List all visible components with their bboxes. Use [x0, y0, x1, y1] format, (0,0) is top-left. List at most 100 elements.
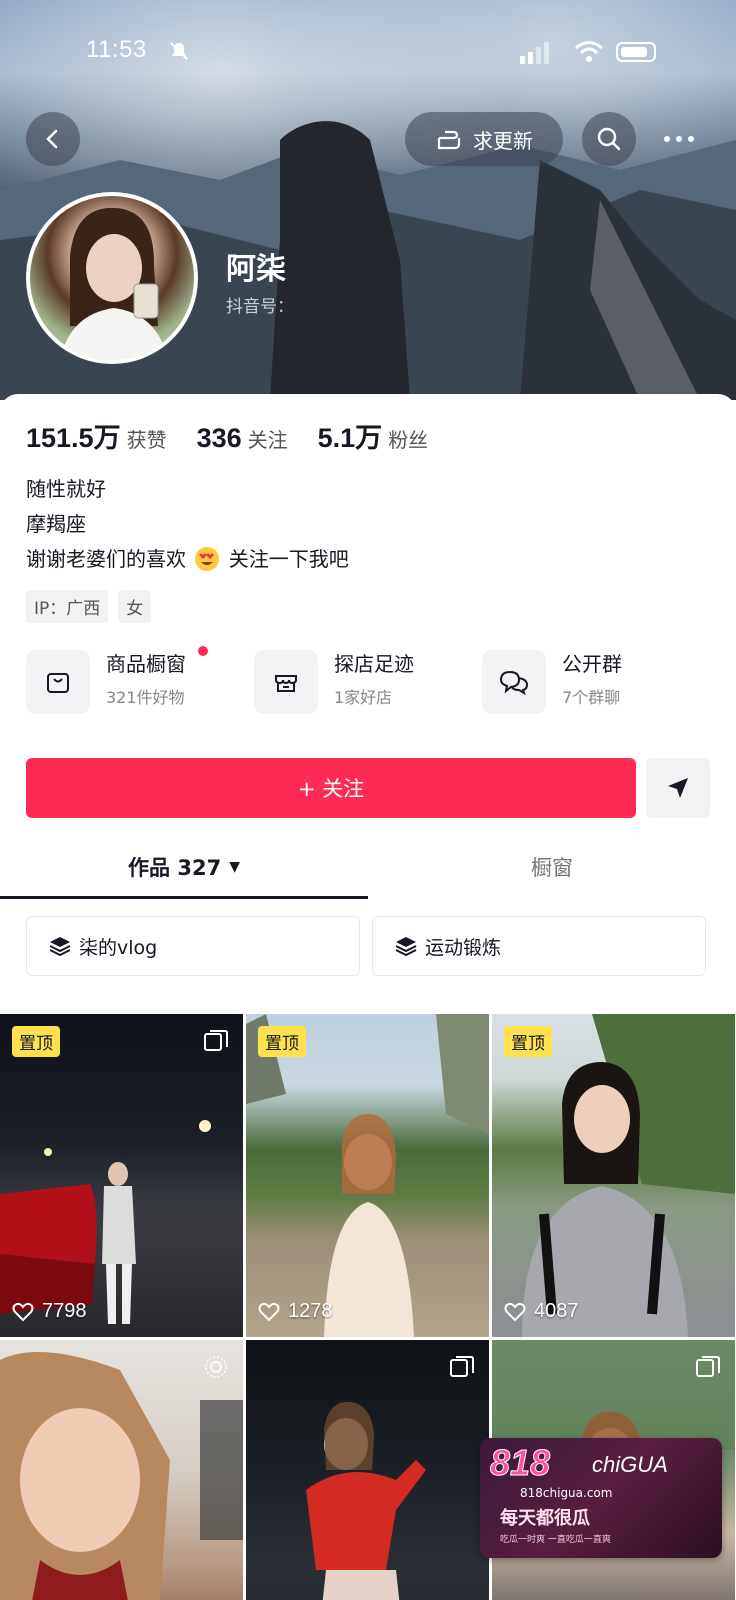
more-button[interactable] — [652, 112, 706, 166]
video-tile[interactable]: 置顶 7798 — [0, 1014, 243, 1337]
service-public-groups[interactable]: 公开群 7个群聊 — [482, 646, 716, 716]
collection-workout[interactable]: 运动锻炼 — [372, 916, 706, 976]
video-thumbnail — [246, 1014, 489, 1337]
profile-stats: 151.5万 获赞 336 关注 5.1万 粉丝 — [26, 416, 458, 455]
like-count: 1278 — [258, 1300, 333, 1323]
wifi-icon — [575, 41, 603, 62]
heart-outline-icon — [504, 1302, 526, 1321]
like-count-value: 1278 — [288, 1300, 333, 1322]
stack-layers-icon — [49, 937, 71, 957]
avatar[interactable] — [26, 192, 198, 364]
profile-bio: 随性就好 摩羯座 谢谢老婆们的喜欢 关注一下我吧 — [26, 472, 349, 577]
collection-label: 柒的vlog — [79, 936, 158, 959]
live-photo-icon — [205, 1356, 227, 1378]
pinned-badge: 置顶 — [12, 1026, 60, 1057]
watermark-slogan: 每天都很瓜 — [500, 1508, 590, 1529]
more-dots-icon — [664, 136, 694, 142]
store-icon — [254, 650, 318, 714]
video-tile[interactable] — [0, 1340, 243, 1600]
tab-showcase-label: 橱窗 — [531, 856, 573, 880]
collection-vlog[interactable]: 柒的vlog — [26, 916, 360, 976]
bio-line-suffix: 关注一下我吧 — [228, 547, 349, 571]
send-arrow-icon — [668, 778, 688, 798]
profile-tags: IP：广西 女 — [26, 590, 152, 623]
follow-button[interactable]: + 关注 — [26, 758, 636, 818]
video-tile[interactable]: 置顶 4087 — [492, 1014, 735, 1337]
gender-tag: 女 — [118, 590, 152, 623]
stat-value: 151.5万 — [26, 423, 121, 453]
heart-eyes-emoji-icon — [195, 547, 220, 571]
like-count: 7798 — [12, 1300, 87, 1323]
request-update-button[interactable]: 求更新 — [405, 112, 563, 166]
like-count-value: 7798 — [42, 1300, 87, 1322]
mute-bell-icon — [170, 42, 188, 60]
heart-outline-icon — [258, 1302, 280, 1321]
search-icon — [597, 127, 621, 151]
service-shop-window[interactable]: 商品橱窗 321件好物 — [26, 646, 236, 716]
multi-image-icon — [204, 1030, 228, 1051]
stat-following[interactable]: 336 关注 — [197, 423, 288, 454]
search-button[interactable] — [582, 112, 636, 166]
avatar-portrait — [60, 207, 168, 360]
active-tab-underline — [0, 896, 368, 899]
shopping-bag-icon — [26, 650, 90, 714]
collection-label: 运动锻炼 — [425, 936, 502, 959]
collections-row: 柒的vlog 运动锻炼 — [26, 916, 716, 976]
ip-location-tag: IP：广西 — [26, 590, 109, 623]
cellular-signal-icon — [520, 42, 549, 64]
bio-line: 摩羯座 — [26, 512, 86, 536]
tab-works-label: 作品 327 — [128, 856, 222, 880]
follow-label: + 关注 — [297, 777, 365, 801]
like-count-value: 4087 — [534, 1300, 579, 1322]
service-title: 探店足迹 — [334, 652, 414, 676]
stat-value: 336 — [196, 423, 242, 453]
group-chat-icon — [482, 650, 546, 714]
multi-image-icon — [696, 1356, 720, 1377]
bio-line: 谢谢老婆们的喜欢 关注一下我吧 — [26, 542, 349, 577]
profile-nickname: 阿柒 — [226, 252, 286, 287]
service-title: 公开群 — [562, 652, 622, 676]
video-tile[interactable]: 置顶 1278 — [246, 1014, 489, 1337]
request-update-label: 求更新 — [473, 128, 533, 153]
stat-label: 关注 — [247, 428, 288, 452]
status-bar: 11:53 — [0, 36, 736, 72]
video-tile[interactable] — [246, 1340, 489, 1600]
stat-label: 获赞 — [126, 428, 167, 452]
heart-outline-icon — [12, 1302, 34, 1321]
pointing-hand-icon — [437, 130, 461, 150]
notification-dot — [198, 646, 208, 656]
stat-followers[interactable]: 5.1万 粉丝 — [318, 416, 429, 455]
service-subtitle: 7个群聊 — [562, 688, 621, 707]
video-thumbnail — [522, 1014, 735, 1337]
stack-layers-icon — [395, 937, 417, 957]
watermark-small-text: 吃瓜一时爽 一直吃瓜一直爽 — [500, 1535, 611, 1545]
profile-cover: 11:53 求更新 阿柒 抖音号： — [0, 0, 736, 400]
multi-image-icon — [450, 1356, 474, 1377]
stat-value: 5.1万 — [317, 423, 383, 453]
douyin-id-label: 抖音号： — [226, 292, 294, 317]
tab-showcase[interactable]: 橱窗 — [368, 834, 736, 900]
service-store-visits[interactable]: 探店足迹 1家好店 — [254, 646, 464, 716]
chevron-left-icon — [46, 129, 58, 149]
pinned-badge: 置顶 — [504, 1026, 552, 1057]
share-button[interactable] — [646, 758, 710, 818]
pinned-badge: 置顶 — [258, 1026, 306, 1057]
caret-down-icon: ▼ — [229, 859, 240, 875]
watermark-logo-sub: chiGUA — [592, 1452, 668, 1477]
service-subtitle: 1家好店 — [334, 688, 393, 707]
profile-services: 商品橱窗 321件好物 探店足迹 1家好店 公开群 7个群聊 — [26, 646, 716, 716]
douyin-id-prefix: 抖音号： — [226, 297, 294, 317]
bio-line-prefix: 谢谢老婆们的喜欢 — [26, 547, 186, 571]
stat-likes: 151.5万 获赞 — [26, 416, 167, 455]
profile-tabs: 作品 327 ▼ 橱窗 — [0, 834, 736, 900]
bio-line: 随性就好 — [26, 477, 106, 501]
tab-works[interactable]: 作品 327 ▼ — [0, 834, 368, 900]
service-title: 商品橱窗 — [106, 652, 186, 676]
status-time: 11:53 — [86, 36, 147, 63]
service-subtitle: 321件好物 — [106, 688, 185, 707]
watermark-url: 818chigua.com — [520, 1486, 613, 1500]
back-button[interactable] — [26, 112, 80, 166]
stat-label: 粉丝 — [388, 428, 429, 452]
video-thumbnail — [0, 1120, 211, 1324]
watermark-ad[interactable]: 818 chiGUA 818chigua.com 每天都很瓜 吃瓜一时爽 一直吃… — [480, 1438, 722, 1558]
